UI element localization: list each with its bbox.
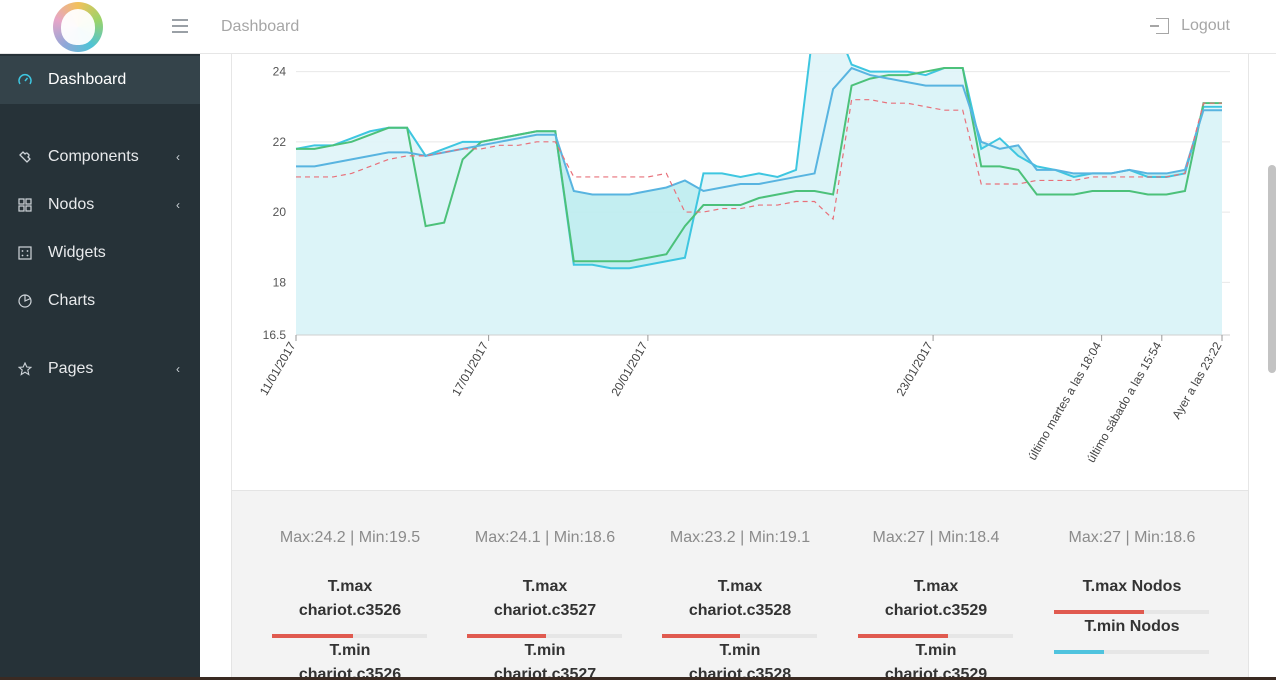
x-tick-label: 17/01/2017 (449, 339, 491, 398)
chevron-left-icon: ‹ (176, 150, 180, 164)
max-progress-fill (662, 634, 740, 638)
temperature-line-chart: 16.5 18 20 22 24 11/01/2017 17/01/2017 20/01/20… (257, 17, 1230, 465)
sidebar-item-label: Charts (48, 292, 96, 309)
min-progress-bar (1054, 650, 1209, 654)
stat-range: Max:23.2 | Min:19.1 (669, 529, 811, 546)
stat-range: Max:27 | Min:18.4 (872, 529, 1000, 546)
stat-range: Max:24.1 | Min:18.6 (474, 529, 616, 546)
x-tick-label: 20/01/2017 (608, 339, 650, 398)
top-header: Dashboard Logout (0, 0, 1276, 54)
x-tick-label: Ayer a las 23:22 (1169, 339, 1225, 421)
sidebar-item-dashboard[interactable]: Dashboard (0, 56, 200, 104)
puzzle-icon (18, 150, 32, 164)
x-tick-label: 23/01/2017 (894, 339, 936, 398)
sidebar-item-label: Components (48, 148, 139, 165)
logout-button[interactable]: Logout (1150, 17, 1230, 35)
max-progress-bar (1054, 610, 1209, 614)
star-icon (17, 361, 33, 376)
pie-chart-icon (18, 294, 32, 308)
logout-icon (1150, 18, 1170, 34)
y-tick-label: 22 (273, 135, 287, 149)
y-tick-label: 20 (273, 205, 287, 219)
sidebar-item-components[interactable]: Components ‹ (0, 133, 200, 181)
breadcrumb: Dashboard (221, 18, 300, 35)
sidebar-item-widgets[interactable]: Widgets (0, 229, 200, 277)
stat-title-max: T.max chariot.c3528 (688, 578, 792, 619)
y-tick-label: 16.5 (263, 328, 287, 342)
y-tick-label: 18 (273, 275, 287, 289)
stats-section: Max:24.2 | Min:19.5 T.max chariot.c3526 … (231, 490, 1249, 683)
calculator-icon (18, 246, 32, 260)
speedometer-icon (18, 73, 32, 87)
max-progress-bar (662, 634, 817, 638)
max-progress-fill (272, 634, 353, 638)
scrollbar-thumb[interactable] (1268, 165, 1276, 373)
stat-title-max: T.max chariot.c3527 (493, 578, 597, 619)
max-progress-bar (272, 634, 427, 638)
sidebar-item-label: Pages (48, 360, 94, 377)
sidebar-item-label: Dashboard (48, 71, 127, 88)
stat-title-min: T.min Nodos (1084, 618, 1180, 635)
sidebar-item-nodos[interactable]: Nodos ‹ (0, 181, 200, 229)
max-progress-fill (1054, 610, 1144, 614)
min-progress-fill (1054, 650, 1104, 654)
grid-icon (18, 198, 32, 212)
hamburger-menu-icon[interactable] (172, 19, 188, 33)
sidebar-item-charts[interactable]: Charts (0, 277, 200, 325)
max-progress-fill (467, 634, 547, 638)
chart-panel: 16.5 18 20 22 24 11/01/2017 17/01/2017 20/01/20… (231, 17, 1249, 490)
stat-title-max: T.max Nodos (1082, 578, 1182, 595)
max-progress-bar (858, 634, 1013, 638)
stat-title-max: T.max chariot.c3526 (298, 578, 402, 619)
app-logo[interactable] (53, 2, 103, 52)
sidebar-item-label: Nodos (48, 196, 95, 213)
logout-label: Logout (1181, 17, 1230, 34)
sidebar-item-pages[interactable]: Pages ‹ (0, 345, 200, 393)
stat-range: Max:27 | Min:18.6 (1068, 529, 1196, 546)
sidebar: Dashboard Components ‹ Nodos ‹ Widgets C… (0, 54, 200, 680)
sidebar-item-label: Widgets (48, 244, 106, 261)
chevron-left-icon: ‹ (176, 362, 180, 376)
stat-range: Max:24.2 | Min:19.5 (279, 529, 421, 546)
y-tick-label: 24 (273, 65, 287, 79)
max-progress-bar (467, 634, 622, 638)
x-tick-label: 11/01/2017 (257, 339, 299, 398)
max-progress-fill (858, 634, 948, 638)
stat-title-max: T.max chariot.c3529 (884, 578, 988, 619)
chevron-left-icon: ‹ (176, 198, 180, 212)
series-area (296, 18, 1222, 335)
